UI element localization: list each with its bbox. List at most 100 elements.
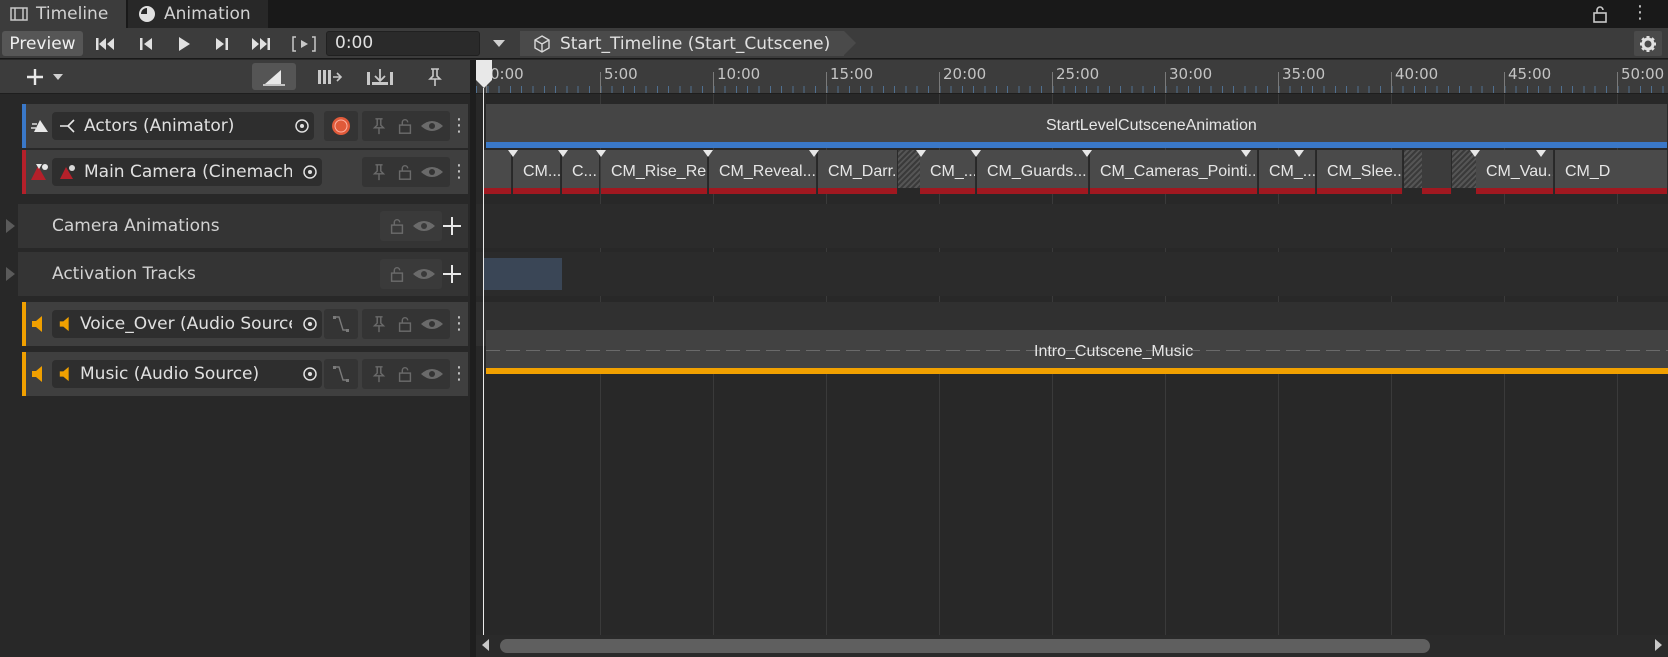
tab-animation[interactable]: Animation — [128, 0, 268, 28]
expand-arrow-icon[interactable] — [6, 219, 15, 233]
track-group-activation-tracks[interactable]: Activation Tracks — [6, 252, 468, 296]
camera-clip[interactable]: CM_Cameras_Pointi... — [1090, 150, 1258, 194]
lock-icon[interactable] — [394, 315, 416, 333]
target-icon — [303, 165, 317, 179]
marker-icon[interactable] — [508, 150, 518, 157]
ripple-mode-button[interactable] — [252, 63, 296, 90]
tab-menu-icon[interactable]: ⋮ — [1630, 2, 1650, 26]
eye-icon[interactable] — [420, 365, 444, 383]
go-to-end-button[interactable] — [246, 31, 274, 56]
track-header-actors[interactable]: Actors (Animator) ⋮ — [22, 104, 468, 148]
marker-icon[interactable] — [1470, 150, 1480, 157]
marker-icon[interactable] — [916, 150, 926, 157]
camera-clip[interactable]: CM_... — [1259, 150, 1316, 194]
expand-arrow-icon[interactable] — [6, 267, 15, 281]
track-header-voice-over[interactable]: Voice_Over (Audio Source) ⋮ — [22, 302, 468, 346]
timeline-dropdown-button[interactable] — [488, 31, 510, 56]
lock-icon[interactable] — [386, 265, 408, 283]
marker-icon[interactable] — [1241, 150, 1251, 157]
scroll-left-icon[interactable] — [482, 639, 489, 651]
next-frame-button[interactable] — [208, 31, 236, 56]
clip-start-level-cutscene[interactable]: StartLevelCutsceneAnimation — [486, 104, 1668, 148]
camera-clip[interactable]: CM_D — [1555, 150, 1668, 194]
marker-icon[interactable] — [1294, 150, 1304, 157]
eye-icon[interactable] — [420, 163, 444, 181]
play-range-button[interactable] — [288, 31, 320, 56]
marker-icon[interactable] — [1082, 150, 1092, 157]
pin-icon[interactable] — [368, 315, 390, 333]
play-button[interactable] — [170, 31, 198, 56]
marker-icon[interactable] — [558, 150, 568, 157]
pin-icon[interactable] — [368, 163, 390, 181]
camera-clip[interactable]: CM_Rise_Re... — [601, 150, 708, 194]
lock-icon[interactable] — [394, 365, 416, 383]
curves-button[interactable] — [324, 309, 358, 339]
animator-track-icon — [31, 120, 48, 132]
track-menu-icon[interactable]: ⋮ — [450, 364, 468, 384]
mix-mode-button[interactable] — [310, 63, 350, 90]
eye-icon[interactable] — [420, 315, 444, 333]
add-track-icon[interactable] — [442, 216, 462, 236]
marker-icon[interactable] — [703, 150, 713, 157]
track-binding-field[interactable]: Music (Audio Source) — [52, 360, 322, 388]
time-ruler[interactable]: 0:00 5:00 10:00 15:00 20:00 25:00 30:00 … — [476, 60, 1668, 94]
pin-icon[interactable] — [368, 117, 390, 135]
camera-clip[interactable]: CM_... — [920, 150, 976, 194]
track-header-main-camera[interactable]: Main Camera (Cinemachine ⋮ — [22, 150, 468, 194]
go-to-start-button[interactable] — [92, 31, 120, 56]
camera-clip[interactable] — [1422, 150, 1452, 194]
object-picker-button[interactable] — [290, 114, 314, 138]
add-track-button[interactable] — [22, 63, 72, 90]
settings-button[interactable] — [1634, 31, 1662, 56]
marker-icon[interactable] — [1536, 150, 1546, 157]
track-binding-field[interactable]: Main Camera (Cinemachine — [52, 158, 322, 186]
clip-label: CM_... — [930, 163, 976, 180]
track-binding-field[interactable]: Actors (Animator) — [52, 112, 314, 140]
track-menu-icon[interactable]: ⋮ — [450, 162, 468, 182]
lock-icon[interactable] — [394, 117, 416, 135]
activation-clip-preview[interactable] — [484, 258, 562, 290]
preview-button[interactable]: Preview — [2, 31, 83, 56]
camera-clips-row: CM... C... CM_Rise_Re... CM_Reveal... CM… — [484, 150, 1668, 194]
eye-icon[interactable] — [412, 265, 436, 283]
marker-icon[interactable] — [971, 150, 981, 157]
ramp-icon — [263, 69, 285, 86]
playhead-handle[interactable] — [476, 60, 492, 88]
replace-mode-button[interactable] — [360, 63, 400, 90]
lock-icon[interactable] — [394, 163, 416, 181]
breadcrumb[interactable]: Start_Timeline (Start_Cutscene) — [520, 31, 857, 56]
clip-intro-cutscene-music[interactable]: Intro_Cutscene_Music — [486, 330, 1668, 374]
marker-icon[interactable] — [809, 150, 819, 157]
pin-icon[interactable] — [368, 365, 390, 383]
pin-button[interactable] — [420, 63, 450, 90]
record-button[interactable] — [324, 111, 358, 141]
track-header-music[interactable]: Music (Audio Source) ⋮ — [22, 352, 468, 396]
camera-clip[interactable]: CM_Guards... — [977, 150, 1089, 194]
tab-timeline[interactable]: Timeline — [0, 0, 126, 28]
speaker-icon — [59, 366, 69, 382]
horizontal-scrollbar[interactable] — [476, 635, 1668, 657]
eye-icon[interactable] — [412, 217, 436, 235]
lock-icon[interactable] — [386, 217, 408, 235]
track-binding-field[interactable]: Voice_Over (Audio Source) — [52, 310, 322, 338]
object-picker-button[interactable] — [298, 312, 322, 336]
camera-clip[interactable]: CM... — [513, 150, 561, 194]
scrollbar-thumb[interactable] — [500, 639, 1430, 653]
object-picker-button[interactable] — [298, 160, 322, 184]
previous-frame-button[interactable] — [132, 31, 160, 56]
curves-button[interactable] — [324, 359, 358, 389]
lock-icon[interactable] — [1590, 4, 1610, 24]
track-menu-icon[interactable]: ⋮ — [450, 314, 468, 334]
marker-icon[interactable] — [596, 150, 606, 157]
add-track-icon[interactable] — [442, 264, 462, 284]
time-field[interactable]: 0:00 — [326, 31, 480, 56]
eye-icon[interactable] — [420, 117, 444, 135]
camera-clip[interactable]: CM_Darr... — [818, 150, 898, 194]
object-picker-button[interactable] — [298, 362, 322, 386]
camera-clip[interactable]: CM_Reveal... — [709, 150, 817, 194]
track-group-camera-animations[interactable]: Camera Animations — [6, 204, 468, 248]
track-menu-icon[interactable]: ⋮ — [450, 116, 468, 136]
camera-clip[interactable]: CM_Slee... — [1317, 150, 1403, 194]
scroll-right-icon[interactable] — [1655, 639, 1662, 651]
timeline-track-area[interactable]: StartLevelCutsceneAnimation CM... C... C… — [476, 94, 1668, 635]
